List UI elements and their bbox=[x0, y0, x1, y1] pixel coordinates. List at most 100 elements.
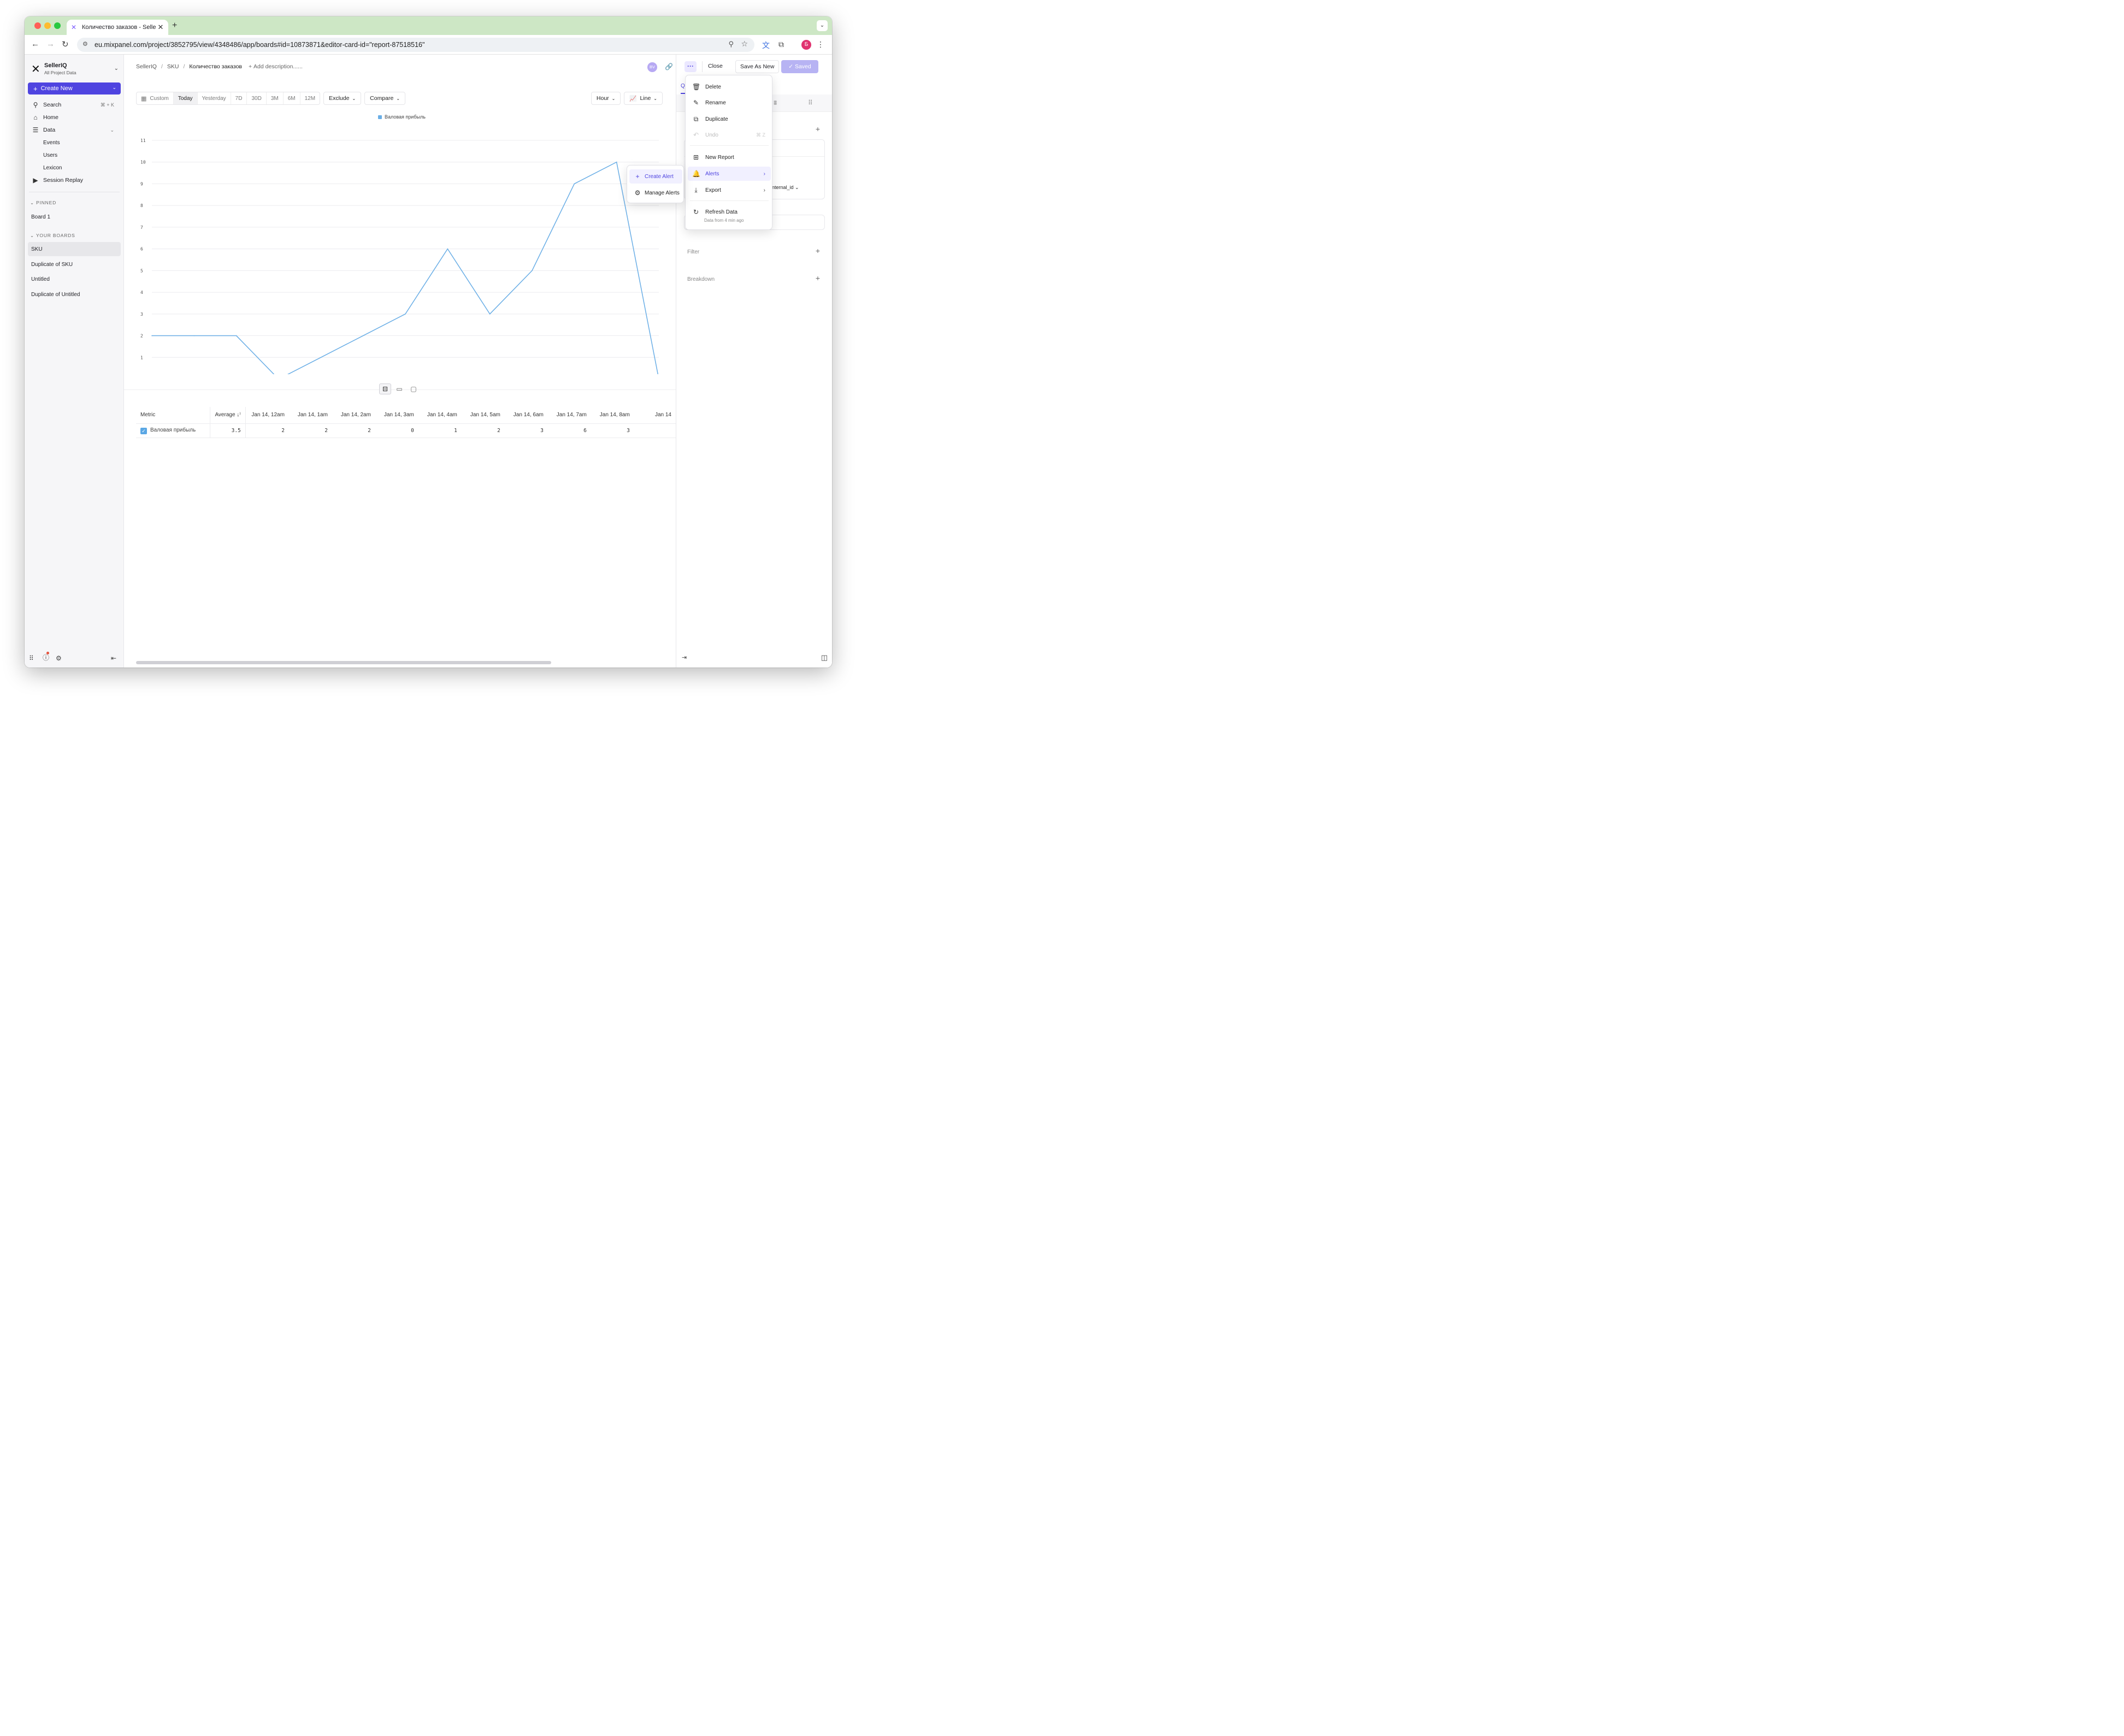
menu-item-alerts[interactable]: 🔔 Alerts › bbox=[688, 167, 771, 181]
date-column-header[interactable]: Jan 14 bbox=[634, 407, 676, 424]
date-option-12m[interactable]: 12M bbox=[300, 92, 320, 104]
menu-item-manage-alerts[interactable]: ⚙ Manage Alerts bbox=[629, 186, 682, 200]
menu-item-delete[interactable]: 🗑 Delete bbox=[688, 80, 771, 94]
date-option-yesterday[interactable]: Yesterday bbox=[198, 92, 231, 104]
date-column-header[interactable]: Jan 14, 8am bbox=[591, 407, 634, 424]
pinned-header[interactable]: ⌄ PINNED bbox=[30, 200, 56, 206]
date-option-custom[interactable]: ▦ Custom bbox=[137, 92, 174, 104]
date-column-header[interactable]: Jan 14, 2am bbox=[332, 407, 375, 424]
menu-item-rename[interactable]: ✎ Rename bbox=[688, 96, 771, 110]
series-line[interactable] bbox=[152, 161, 659, 374]
date-option-3m[interactable]: 3M bbox=[267, 92, 284, 104]
settings-gear-icon[interactable]: ⚙ bbox=[56, 654, 62, 662]
property-chip[interactable]: internal_id ⌄ bbox=[771, 185, 799, 191]
board-item-sku[interactable]: SKU bbox=[28, 242, 121, 256]
data-point[interactable] bbox=[235, 335, 237, 336]
date-option-30d[interactable]: 30D bbox=[247, 92, 267, 104]
menu-item-export[interactable]: ⤓ Export › bbox=[688, 183, 771, 197]
compare-dropdown[interactable]: Compare ⌄ bbox=[364, 92, 406, 105]
panel-layout-icon[interactable]: ◫ bbox=[821, 653, 828, 662]
expand-panel-icon[interactable]: ⇥ bbox=[682, 654, 687, 661]
extensions-puzzle-icon[interactable]: ⧉ bbox=[778, 40, 784, 49]
pinned-board-item[interactable]: Board 1 bbox=[28, 210, 121, 224]
date-column-header[interactable]: Jan 14, 4am bbox=[418, 407, 462, 424]
interval-dropdown[interactable]: Hour ⌄ bbox=[591, 92, 621, 105]
sidebar-item-events[interactable]: Events bbox=[43, 140, 60, 146]
date-column-header[interactable]: Jan 14, 12am bbox=[245, 407, 289, 424]
saved-button[interactable]: ✓ Saved bbox=[781, 60, 818, 73]
reload-button[interactable]: ↻ bbox=[62, 39, 69, 49]
close-button[interactable]: Close bbox=[708, 63, 723, 69]
collapse-sidebar-icon[interactable]: ⇤ bbox=[111, 654, 116, 662]
data-point[interactable] bbox=[616, 161, 617, 163]
tab-close-icon[interactable]: ✕ bbox=[156, 23, 165, 32]
site-settings-icon[interactable]: ⚙ bbox=[82, 40, 88, 48]
address-bar[interactable]: ⚙ eu.mixpanel.com/project/3852795/view/4… bbox=[77, 38, 754, 52]
data-point[interactable] bbox=[574, 183, 575, 185]
breadcrumb-item[interactable]: SellerIQ bbox=[136, 63, 157, 70]
retention-tab-icon[interactable]: ⩩ bbox=[774, 99, 777, 107]
sidebar-item-session-replay[interactable]: ▶ Session Replay bbox=[31, 175, 83, 185]
data-point[interactable] bbox=[532, 270, 533, 271]
your-boards-header[interactable]: ⌄ YOUR BOARDS bbox=[30, 233, 75, 239]
date-column-header[interactable]: Jan 14, 3am bbox=[375, 407, 418, 424]
date-option-6m[interactable]: 6M bbox=[284, 92, 300, 104]
sidebar-item-users[interactable]: Users bbox=[43, 152, 57, 158]
browser-menu-icon[interactable]: ⋮ bbox=[817, 40, 824, 49]
date-option-today[interactable]: Today bbox=[173, 92, 198, 104]
board-item[interactable]: Duplicate of Untitled bbox=[28, 287, 121, 302]
back-button[interactable]: ← bbox=[31, 39, 39, 49]
tab-query[interactable]: Q bbox=[681, 83, 685, 89]
menu-item-refresh-data[interactable]: ↻ Refresh Data bbox=[688, 205, 771, 219]
checkbox-icon[interactable]: ✓ bbox=[140, 427, 147, 434]
maximize-window-button[interactable] bbox=[54, 22, 61, 29]
exclude-dropdown[interactable]: Exclude ⌄ bbox=[323, 92, 362, 105]
date-column-header[interactable]: Jan 14, 1am bbox=[288, 407, 332, 424]
add-filter-plus-icon[interactable]: + bbox=[816, 246, 820, 255]
sidebar-item-search[interactable]: ⚲ Search ⌘ + K bbox=[31, 100, 119, 110]
date-column-header[interactable]: Jan 14, 5am bbox=[461, 407, 505, 424]
date-column-header[interactable]: Jan 14, 6am bbox=[504, 407, 548, 424]
minimize-window-button[interactable] bbox=[44, 22, 51, 29]
board-item[interactable]: Untitled bbox=[28, 272, 121, 286]
data-point[interactable] bbox=[151, 335, 152, 336]
translate-extension-icon[interactable]: ⽂ bbox=[762, 40, 770, 51]
copy-link-icon[interactable]: 🔗 bbox=[665, 63, 673, 70]
save-as-new-button[interactable]: Save As New bbox=[735, 60, 780, 73]
layout-chart-icon[interactable]: ▭ bbox=[393, 383, 405, 394]
date-option-7d[interactable]: 7D bbox=[231, 92, 247, 104]
browser-tab[interactable]: ✕ Количество заказов - Seller ✕ bbox=[67, 20, 168, 35]
add-metric-plus-icon[interactable]: + bbox=[816, 125, 820, 133]
data-point[interactable] bbox=[362, 335, 364, 336]
apps-grid-icon[interactable]: ⠿ bbox=[29, 654, 34, 662]
zoom-icon[interactable]: ⚲ bbox=[728, 40, 734, 49]
layout-split-icon[interactable]: ⊟ bbox=[379, 383, 391, 394]
data-point[interactable] bbox=[320, 357, 322, 358]
average-column-header[interactable]: Average ↓⁾ bbox=[210, 407, 246, 424]
create-new-button[interactable]: + Create New ⌄ bbox=[28, 82, 121, 95]
data-point[interactable] bbox=[405, 314, 406, 315]
horizontal-scrollbar[interactable] bbox=[136, 661, 551, 664]
menu-item-new-report[interactable]: ⊞ New Report bbox=[688, 150, 771, 164]
sidebar-item-lexicon[interactable]: Lexicon bbox=[43, 165, 62, 171]
menu-item-duplicate[interactable]: ⧉ Duplicate bbox=[688, 112, 771, 126]
close-window-button[interactable] bbox=[34, 22, 41, 29]
profile-avatar[interactable]: Б bbox=[801, 40, 811, 50]
org-switcher[interactable]: ✕ SellerIQ All Project Data ⌄ bbox=[31, 61, 119, 78]
grid-tab-icon[interactable]: ⠿ bbox=[808, 99, 813, 107]
data-point[interactable] bbox=[193, 335, 195, 336]
metric-cell[interactable]: ✓ Валовая прибыль bbox=[136, 423, 210, 438]
new-tab-button[interactable]: + bbox=[172, 21, 177, 31]
breadcrumb-item[interactable]: SKU bbox=[167, 63, 179, 70]
board-item[interactable]: Duplicate of SKU bbox=[28, 257, 121, 271]
more-options-button[interactable]: ··· bbox=[685, 61, 697, 72]
tab-search-button[interactable]: ⌄ bbox=[817, 20, 828, 31]
sidebar-item-home[interactable]: ⌂ Home bbox=[31, 113, 58, 122]
chart-type-dropdown[interactable]: 📈 Line ⌄ bbox=[624, 92, 663, 105]
menu-item-create-alert[interactable]: + Create Alert bbox=[629, 169, 682, 184]
help-icon[interactable]: ⓘ bbox=[43, 652, 49, 662]
layout-table-icon[interactable]: ▢ bbox=[408, 383, 420, 394]
date-column-header[interactable]: Jan 14, 7am bbox=[547, 407, 591, 424]
collaborator-avatar[interactable]: BV bbox=[647, 62, 657, 72]
data-point[interactable] bbox=[489, 314, 491, 315]
